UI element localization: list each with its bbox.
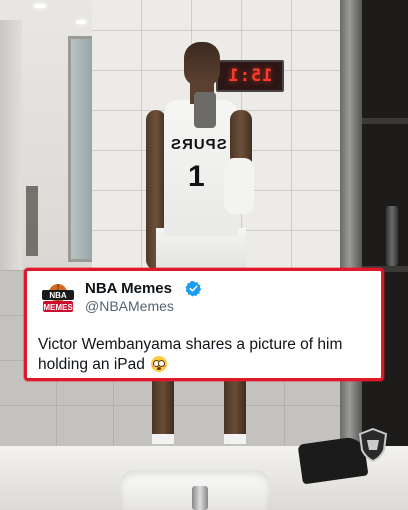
digital-clock: 15:1	[216, 60, 284, 92]
arm-sleeve	[224, 158, 254, 214]
author-name[interactable]: NBA Memes	[85, 280, 172, 297]
nba-memes-logo-icon: NBA MEMES	[39, 281, 77, 319]
ceiling-light	[34, 4, 46, 8]
tweet-card[interactable]: NBA MEMES NBA Memes @NBAMemes Victor Wem…	[24, 268, 384, 381]
author-handle[interactable]: @NBAMemes	[85, 298, 174, 314]
sock	[224, 434, 246, 444]
wall-pillar	[0, 20, 22, 270]
tweet-text: Victor Wembanyama shares a picture of hi…	[38, 335, 368, 375]
flushed-face-emoji-icon	[151, 356, 168, 372]
mirror-selfie-photo: 15:1 SPURS 1	[0, 0, 408, 510]
avatar-text-nba: NBA	[49, 291, 67, 300]
tweet-text-content: Victor Wembanyama shares a picture of hi…	[38, 336, 343, 373]
sock	[152, 434, 174, 444]
locker-shelf	[362, 118, 408, 124]
ceiling-light	[76, 20, 86, 24]
head	[184, 42, 220, 86]
avatar-text-memes: MEMES	[43, 303, 73, 312]
faucet	[192, 486, 208, 510]
verified-badge-icon	[185, 280, 202, 297]
jersey-team-text: SPURS	[170, 136, 227, 153]
spray-bottle	[386, 206, 398, 266]
phone	[194, 92, 216, 128]
nba-memes-avatar[interactable]: NBA MEMES	[39, 281, 77, 319]
shield-logo-icon	[358, 428, 388, 462]
wall-cabinet	[26, 186, 38, 256]
jersey-number: 1	[188, 160, 205, 193]
